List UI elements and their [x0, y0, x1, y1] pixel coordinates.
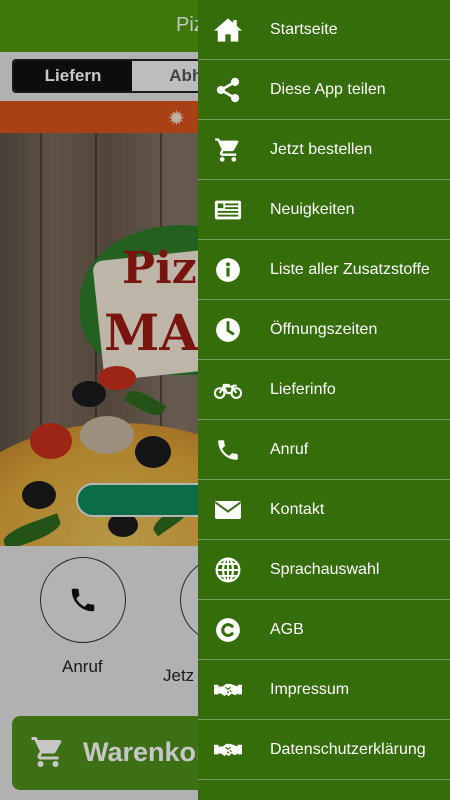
menu-item-neuigkeiten[interactable]: Neuigkeiten	[198, 180, 450, 240]
menu-item-label: Diese App teilen	[270, 81, 386, 98]
handshake-icon	[214, 676, 242, 704]
menu-item-lieferinfo[interactable]: Lieferinfo	[198, 360, 450, 420]
menu-item-datenschutz[interactable]: Datenschutzerklärung	[198, 720, 450, 780]
envelope-icon	[214, 496, 242, 524]
menu-item-startseite[interactable]: Startseite	[198, 0, 450, 60]
home-icon	[214, 16, 242, 44]
menu-item-label: AGB	[270, 621, 304, 638]
menu-item-label: Jetzt bestellen	[270, 141, 373, 158]
share-icon	[214, 76, 242, 104]
menu-item-label: Datenschutzerklärung	[270, 741, 426, 758]
copyright-icon	[214, 616, 242, 644]
menu-item-label: Sprachauswahl	[270, 561, 380, 578]
menu-item-label: Impressum	[270, 681, 350, 698]
menu-item-label: Lieferinfo	[270, 381, 336, 398]
cart-icon	[214, 136, 242, 164]
menu-item-kontakt[interactable]: Kontakt	[198, 480, 450, 540]
menu-item-zusatzstoffe[interactable]: Liste aller Zusatzstoffe	[198, 240, 450, 300]
globe-icon	[214, 556, 242, 584]
menu-item-label: Öffnungszeiten	[270, 321, 378, 338]
menu-item-agb[interactable]: AGB	[198, 600, 450, 660]
menu-item-label: Neuigkeiten	[270, 201, 355, 218]
motorcycle-icon	[214, 376, 242, 404]
phone-icon	[214, 436, 242, 464]
info-icon	[214, 256, 242, 284]
menu-item-sprachauswahl[interactable]: Sprachauswahl	[198, 540, 450, 600]
menu-item-label: Kontakt	[270, 501, 325, 518]
menu-item-oeffnungszeiten[interactable]: Öffnungszeiten	[198, 300, 450, 360]
menu-item-label: Anruf	[270, 441, 309, 458]
menu-item-impressum[interactable]: Impressum	[198, 660, 450, 720]
menu-item-label: Liste aller Zusatzstoffe	[270, 261, 430, 278]
menu-item-jetzt-bestellen[interactable]: Jetzt bestellen	[198, 120, 450, 180]
menu-item-anruf[interactable]: Anruf	[198, 420, 450, 480]
clock-icon	[214, 316, 242, 344]
navigation-drawer: Startseite Diese App teilen Jetzt bestel…	[198, 0, 450, 800]
menu-item-app-teilen[interactable]: Diese App teilen	[198, 60, 450, 120]
handshake-icon	[214, 736, 242, 764]
menu-item-label: Startseite	[270, 21, 338, 38]
newspaper-icon	[214, 196, 242, 224]
